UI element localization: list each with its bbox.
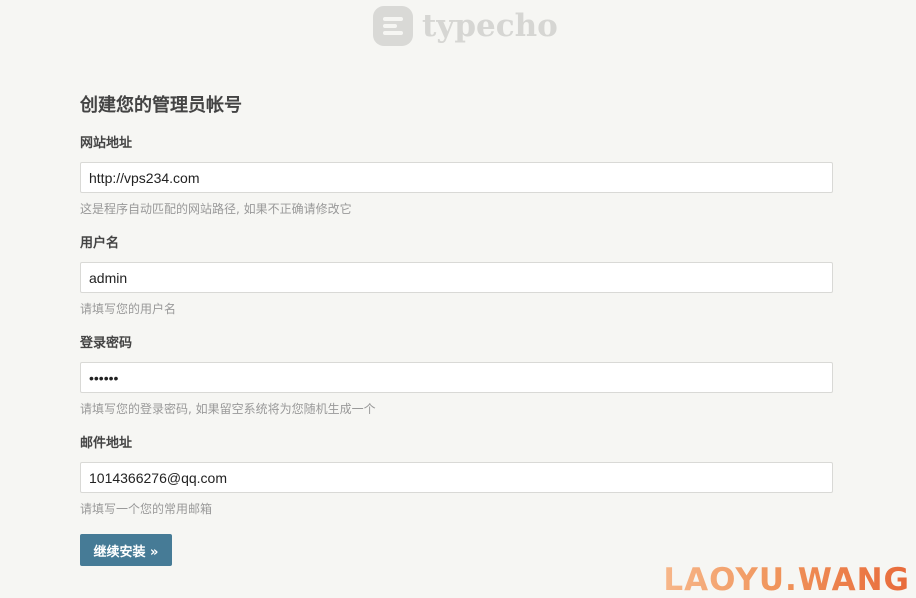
page-title: 创建您的管理员帐号: [80, 95, 242, 116]
password-label: 登录密码: [80, 336, 133, 351]
typecho-logo-icon: [373, 6, 413, 46]
email-hint: 请填写一个您的常用邮箱: [80, 502, 213, 516]
site-url-label: 网站地址: [80, 136, 133, 151]
username-label: 用户名: [80, 236, 120, 251]
email-label: 邮件地址: [80, 436, 133, 451]
password-input[interactable]: [80, 362, 833, 393]
continue-install-button[interactable]: 继续安装 »: [80, 534, 172, 566]
typecho-logo: typecho: [373, 6, 558, 46]
logo-text: typecho: [422, 8, 558, 44]
password-hint: 请填写您的登录密码, 如果留空系统将为您随机生成一个: [80, 402, 376, 416]
username-input[interactable]: [80, 262, 833, 293]
site-url-input[interactable]: [80, 162, 833, 193]
username-hint: 请填写您的用户名: [80, 302, 177, 316]
watermark: LAOYU.WANG: [663, 562, 910, 598]
site-url-hint: 这是程序自动匹配的网站路径, 如果不正确请修改它: [80, 202, 352, 216]
email-input[interactable]: [80, 462, 833, 493]
